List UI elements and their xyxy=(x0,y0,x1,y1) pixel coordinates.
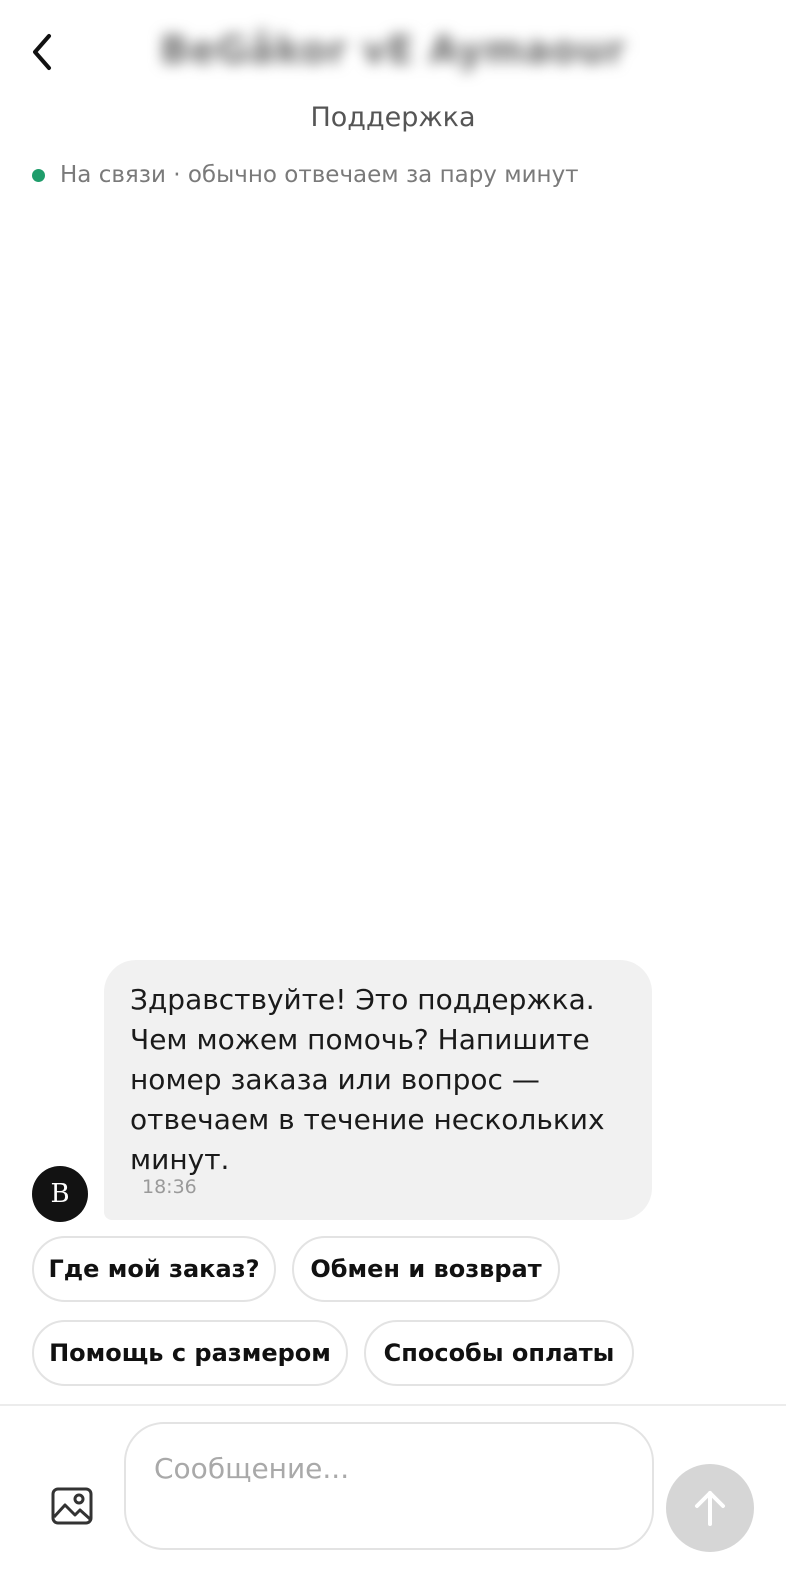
image-icon xyxy=(51,1487,93,1525)
brand-title: BeGåkor vE Aymaour xyxy=(160,28,626,72)
online-status: На связи · обычно отвечаем за пару минут xyxy=(32,162,579,188)
arrow-up-icon xyxy=(695,1491,725,1526)
attach-image-button[interactable] xyxy=(48,1484,96,1528)
page-title: Поддержка xyxy=(310,102,476,133)
status-text: На связи · обычно отвечаем за пару минут xyxy=(60,162,579,188)
quick-reply-where-order[interactable]: Где мой заказ? xyxy=(32,1236,276,1302)
composer-divider xyxy=(0,1404,786,1406)
quick-reply-size-help[interactable]: Помощь с размером xyxy=(32,1320,348,1386)
online-dot xyxy=(32,168,45,182)
support-avatar: B xyxy=(32,1166,88,1222)
send-button[interactable] xyxy=(666,1464,754,1552)
chat-header: BeGåkor vE Aymaour Поддержка На связи · … xyxy=(0,0,786,200)
message-time: 18:36 xyxy=(142,1176,197,1198)
message-field[interactable] xyxy=(124,1422,654,1550)
message-text: Здравствуйте! Это поддержка. Чем можем п… xyxy=(130,983,605,1176)
quick-reply-exchange-return[interactable]: Обмен и возврат xyxy=(292,1236,560,1302)
message-bubble: Здравствуйте! Это поддержка. Чем можем п… xyxy=(104,960,652,1220)
quick-reply-payment-methods[interactable]: Способы оплаты xyxy=(364,1320,634,1386)
message-input[interactable] xyxy=(154,1448,624,1488)
